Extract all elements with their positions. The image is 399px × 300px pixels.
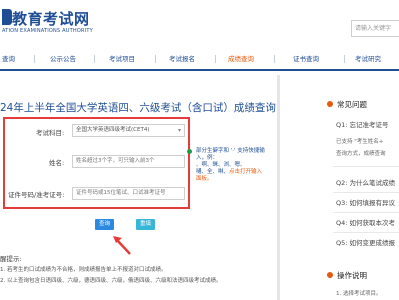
faq-item[interactable]: Q2: 为什么笔试成绩 [336, 177, 395, 187]
tip-line-3: 嗵、全、啉、 [196, 169, 230, 175]
reset-button[interactable]: 重填 [136, 219, 155, 230]
site-logo-title[interactable]: 教育考试网 [12, 8, 90, 29]
note-item: 1. 若考生的口试成绩为不合格，则成绩报告单上不报道对口试成绩。 [0, 267, 167, 273]
chevron-down-icon: ▾ [177, 127, 181, 134]
nav-item-score-query[interactable]: 成绩查询 [228, 53, 254, 63]
notes-title: 醒提示: [0, 255, 22, 263]
nav-item-announcements[interactable]: 公示公告 [50, 53, 76, 63]
name-input[interactable]: 姓名超过3个字，可只输入前3个 [72, 155, 185, 168]
faq-item[interactable]: Q1: 忘记准考证号 [336, 119, 389, 129]
note-item: 2. 以上查询包含日语四级、六级，德语四级、六级，俄语四级、六级和法语四级考试成… [0, 278, 222, 284]
nav-item-exam-research[interactable]: 考试研究 [355, 53, 381, 63]
logo-mark [2, 9, 12, 25]
nav-divider [155, 55, 156, 63]
faq-item-detail: 查询方式，成绩查询 [336, 151, 386, 157]
id-number-input[interactable]: 证件号码或15位笔试、口试准考证号 [72, 187, 185, 200]
nav-divider [94, 55, 95, 63]
subject-label: 考试科目: [36, 129, 65, 137]
nav-divider [34, 55, 35, 63]
subject-select[interactable]: 全国大学英语四级考试(CET4) ▾ [72, 124, 185, 137]
query-button[interactable]: 查询 [95, 219, 114, 230]
divider [333, 232, 399, 233]
faq-item-detail: 已支持 "考生姓名+ [336, 139, 384, 145]
divider [333, 192, 399, 193]
nav-item-certificate-query[interactable]: 证书查询 [293, 53, 319, 63]
subject-select-value: 全国大学英语四级考试(CET4) [76, 127, 150, 133]
divider [333, 212, 399, 213]
nav-divider [215, 55, 216, 63]
sidebar-divider [277, 75, 280, 300]
faq-item[interactable]: Q3: 如何填报有异议 [336, 197, 395, 207]
bullet-icon [327, 101, 333, 107]
arrow-annotation-icon [113, 236, 131, 255]
main-nav: 查询 公示公告 考试项目 考试报名 成绩查询 证书查询 考试研究 [0, 50, 399, 71]
page-title: 24年上半年全国大学英语四、六级考试（含口试）成绩查询 [0, 102, 276, 114]
ops-title: 操作说明 [337, 271, 367, 280]
id-number-label: 证件号码/准考证号: [8, 191, 65, 199]
nav-divider [274, 55, 275, 63]
name-label: 姓名: [49, 159, 65, 167]
site-header: 教育考试网 ATION EXAMINATIONS AUTHORITY 请输入关键… [0, 0, 399, 46]
ops-step: 1. 选择考试项目。 [336, 291, 382, 297]
tip-line-1: 部分生僻字和 '·' 支持快捷输入，例： [196, 148, 265, 161]
site-logo-subtitle: ATION EXAMINATIONS AUTHORITY [2, 28, 93, 34]
nav-item-exam-projects[interactable]: 考试项目 [109, 53, 135, 63]
bullet-icon [327, 272, 333, 278]
search-input[interactable]: 请输入关键字 [351, 20, 399, 37]
input-tip-text: 部分生僻字和 '·' 支持快捷输入，例： 、啊、眯、浏、嗯、 嗵、全、啉、点击打… [196, 148, 266, 183]
faq-title: 常见问题 [337, 100, 367, 109]
nav-item-query[interactable]: 查询 [2, 53, 15, 63]
info-icon [187, 149, 192, 154]
faq-item[interactable]: Q5: 如何变更成绩报 [336, 237, 395, 247]
nav-divider [344, 55, 345, 63]
faq-item[interactable]: Q4: 如何获取本次考 [336, 217, 395, 227]
input-tip: 部分生僻字和 '·' 支持快捷输入，例： 、啊、眯、浏、嗯、 嗵、全、啉、点击打… [187, 148, 265, 182]
tip-line-2: 、啊、眯、浏、嗯、 [196, 162, 246, 168]
nav-item-registration[interactable]: 考试报名 [169, 53, 195, 63]
divider [333, 166, 399, 167]
